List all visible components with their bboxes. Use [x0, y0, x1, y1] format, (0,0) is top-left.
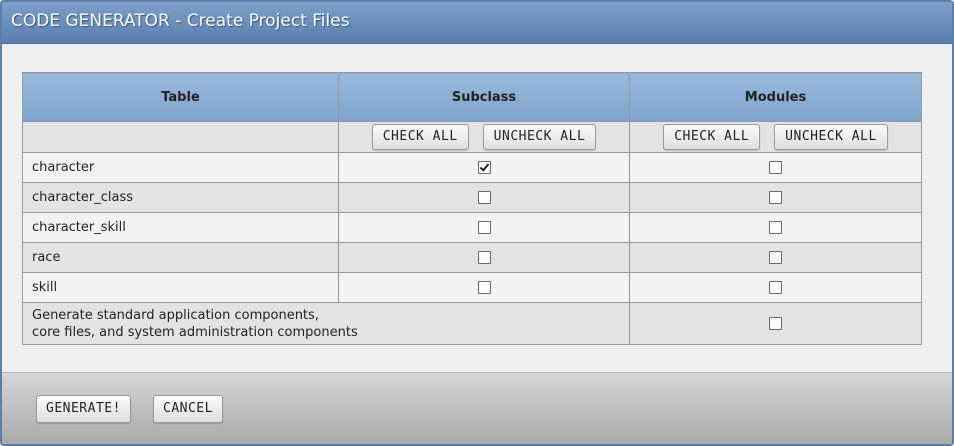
- subclass-bulk-actions: CHECK ALL UNCHECK ALL: [338, 121, 630, 153]
- project-files-table: Table Subclass Modules CHECK ALL UNCHECK …: [22, 72, 922, 345]
- column-header-modules: Modules: [629, 72, 922, 122]
- standard-components-label: Generate standard application components…: [22, 302, 630, 345]
- subclass-checkbox-character-class[interactable]: [477, 191, 491, 204]
- table-name: character_class: [22, 182, 339, 213]
- modules-checkbox-standard-components[interactable]: [769, 317, 782, 330]
- table-name: character_skill: [22, 212, 339, 243]
- bulk-action-row: CHECK ALL UNCHECK ALL CHECK ALL UNCHECK AL…: [22, 121, 922, 153]
- standard-components-row: Generate standard application components…: [22, 302, 922, 345]
- modules-check-all-button[interactable]: CHECK ALL: [663, 124, 761, 150]
- modules-checkbox-character[interactable]: [769, 161, 782, 174]
- table-row: character: [22, 152, 922, 183]
- table-name: race: [22, 242, 339, 273]
- subclass-checkbox-skill[interactable]: [477, 281, 491, 294]
- modules-uncheck-all-button[interactable]: UNCHECK ALL: [774, 124, 888, 150]
- modules-checkbox-character-class[interactable]: [769, 191, 782, 204]
- dialog-content: Table Subclass Modules CHECK ALL UNCHECK …: [2, 44, 952, 370]
- table-row: character_class: [22, 182, 922, 213]
- title-bar[interactable]: CODE GENERATOR - Create Project Files: [2, 2, 952, 44]
- code-generator-dialog: CODE GENERATOR - Create Project Files Ta…: [0, 0, 954, 446]
- column-header-table: Table: [22, 72, 339, 122]
- cancel-button[interactable]: CANCEL: [153, 395, 223, 423]
- table-row: character_skill: [22, 212, 922, 243]
- subclass-uncheck-all-button[interactable]: UNCHECK ALL: [482, 124, 597, 150]
- table-header-row: Table Subclass Modules: [22, 72, 922, 122]
- dialog-title: CODE GENERATOR - Create Project Files: [11, 11, 350, 31]
- modules-checkbox-skill[interactable]: [769, 281, 782, 294]
- subclass-checkbox-character[interactable]: [477, 161, 491, 174]
- table-row: skill: [22, 272, 922, 303]
- subclass-checkbox-character-skill[interactable]: [477, 221, 491, 234]
- table-name: skill: [22, 272, 339, 303]
- subclass-checkbox-race[interactable]: [477, 251, 491, 264]
- modules-checkbox-race[interactable]: [769, 251, 782, 264]
- table-row: race: [22, 242, 922, 273]
- modules-checkbox-character-skill[interactable]: [769, 221, 782, 234]
- generate-button[interactable]: GENERATE!: [36, 395, 131, 423]
- column-header-subclass: Subclass: [338, 72, 630, 122]
- bulk-action-empty-cell: [22, 121, 339, 153]
- dialog-footer: GENERATE! CANCEL: [2, 372, 952, 444]
- subclass-check-all-button[interactable]: CHECK ALL: [371, 124, 469, 150]
- table-name: character: [22, 152, 339, 183]
- modules-bulk-actions: CHECK ALL UNCHECK ALL: [629, 121, 922, 153]
